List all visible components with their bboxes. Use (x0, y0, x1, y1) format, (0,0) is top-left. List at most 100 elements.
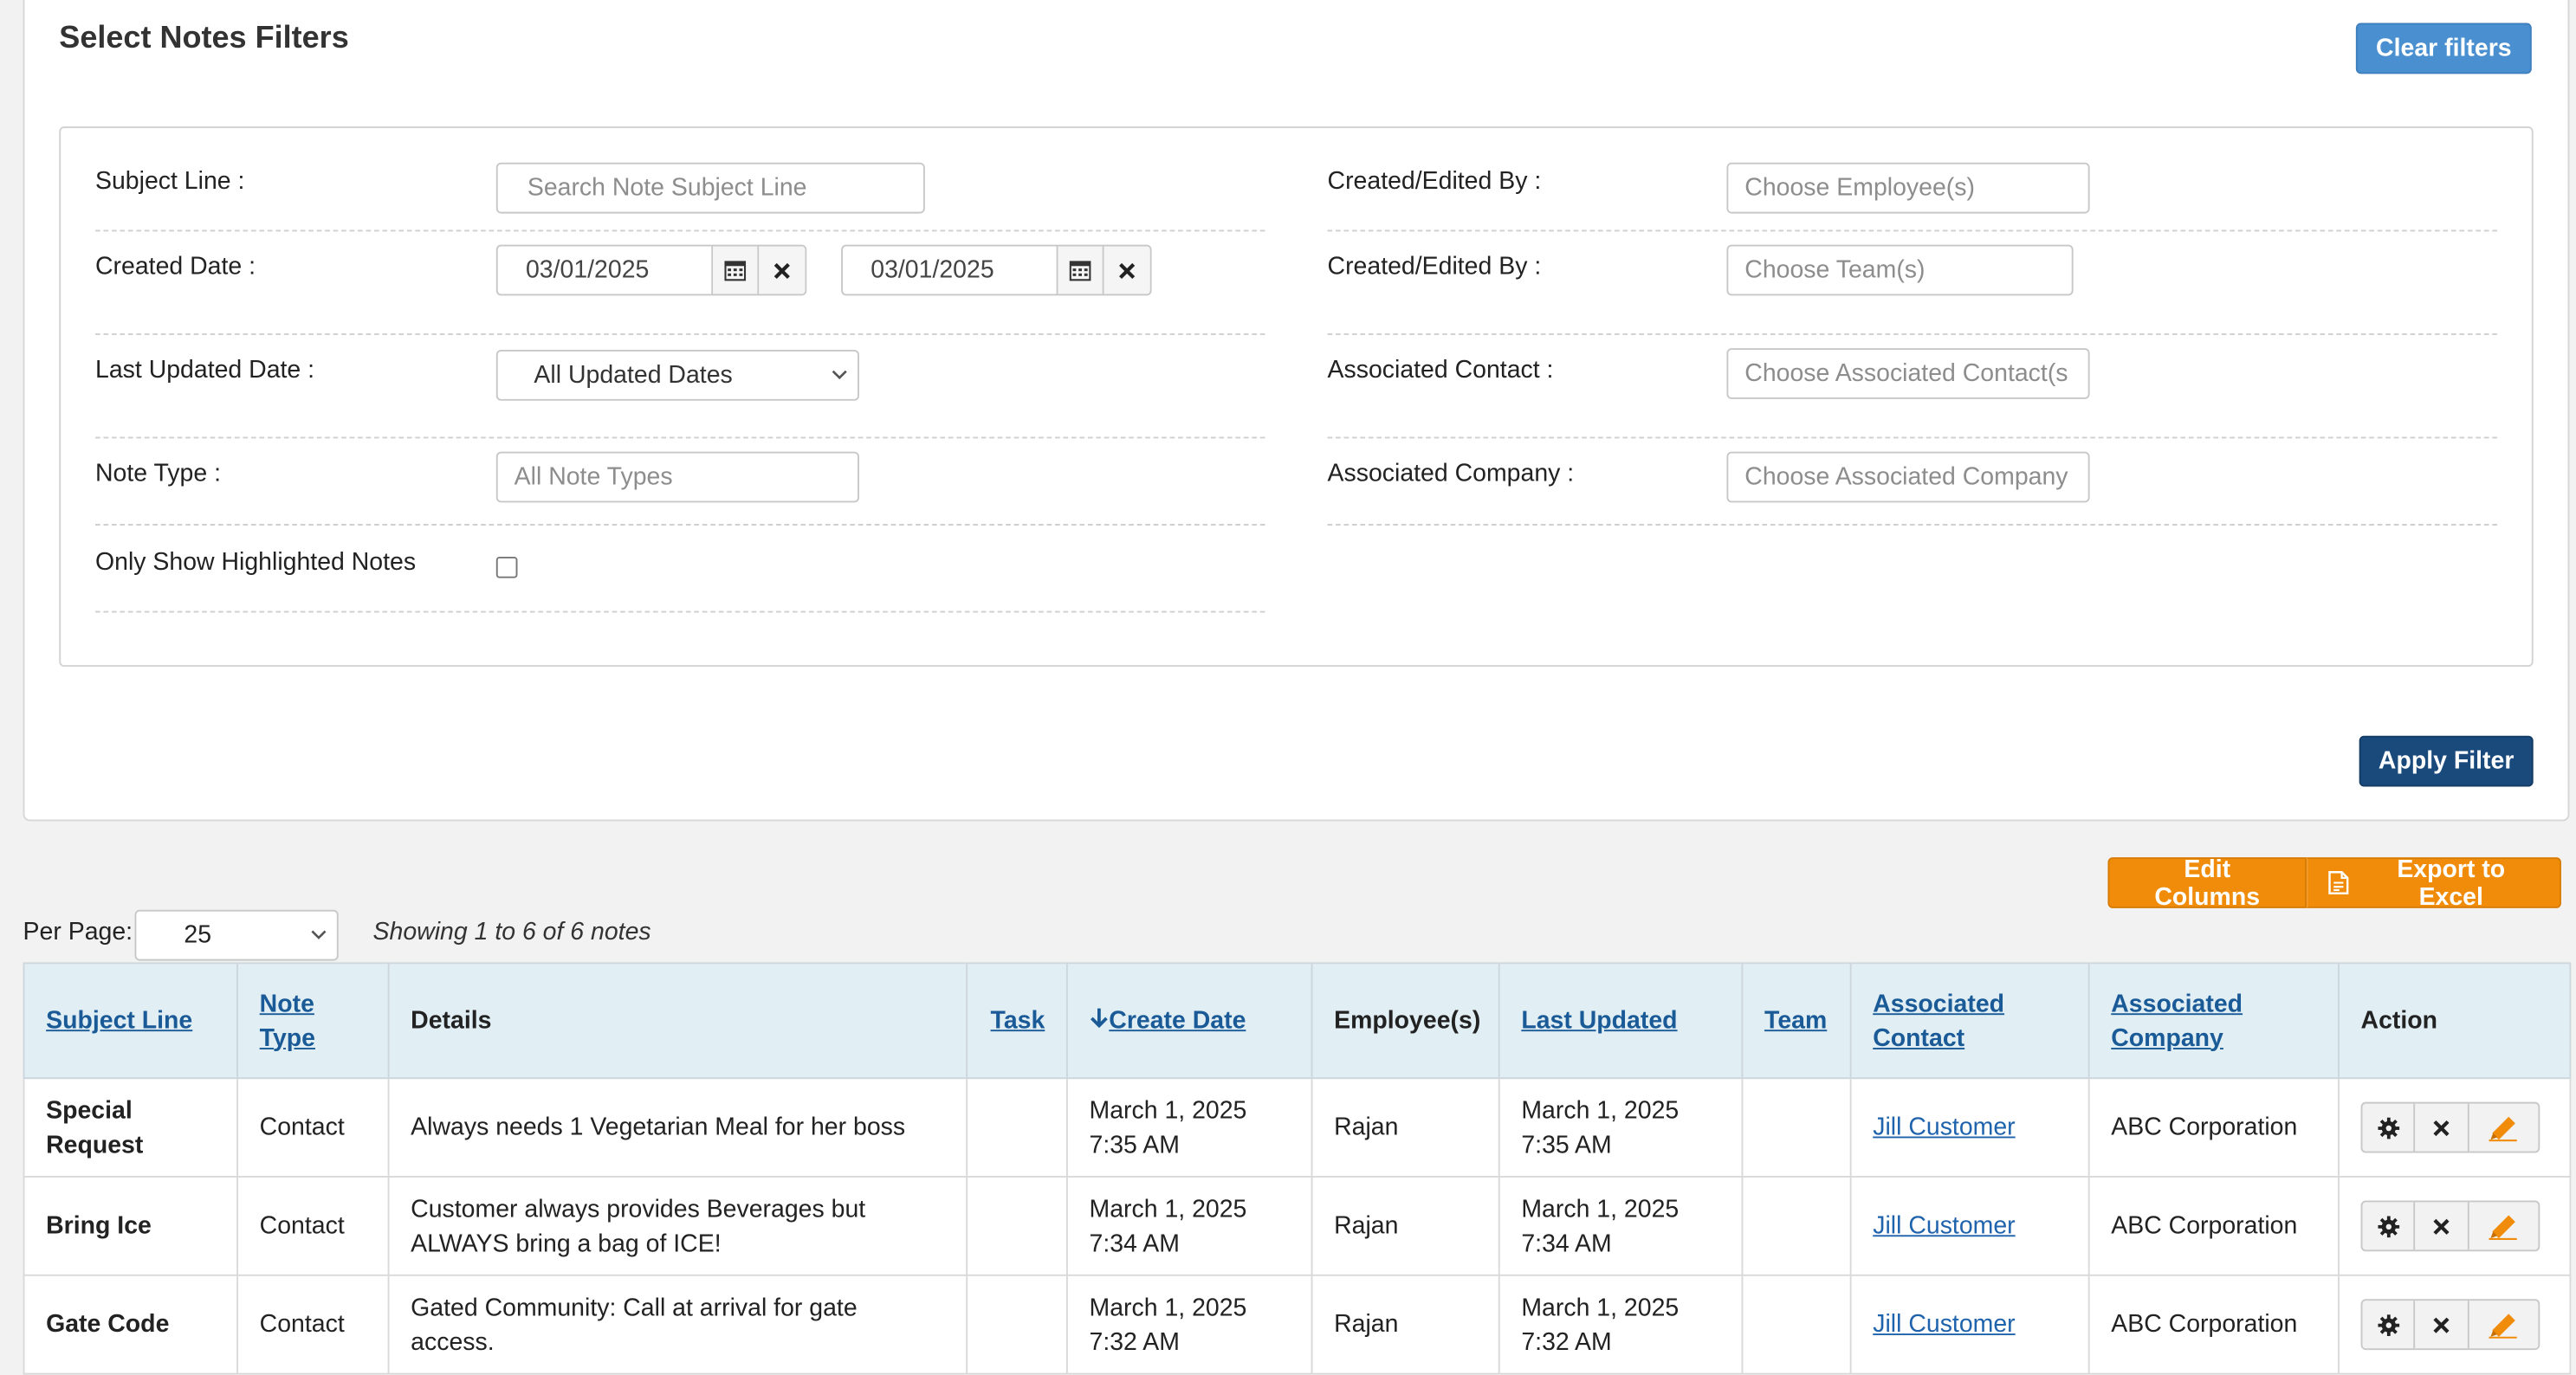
cell-team (1741, 1077, 1852, 1178)
pencil-icon[interactable] (2469, 1301, 2538, 1348)
highlighted-checkbox[interactable] (495, 556, 518, 578)
cell-details: Gated Community: Call at arrival for gat… (387, 1274, 968, 1375)
header-contact-text-2: Contact (1873, 1023, 1965, 1052)
row-actions (2360, 1299, 2540, 1351)
table-row: Bring Ice Contact Customer always provid… (23, 1176, 2572, 1276)
clear-filters-button[interactable]: Clear filters (2355, 23, 2532, 74)
filter-row-subject: Subject Line : Search Note Subject Line (95, 128, 1265, 232)
cell-action (2338, 1274, 2572, 1375)
gear-icon[interactable] (2362, 1202, 2416, 1250)
team-input[interactable]: Choose Team(s) (1726, 244, 2074, 296)
cell-create-date: March 1, 2025 7:34 AM (1065, 1176, 1313, 1276)
sort-create-date[interactable]: Create Date (1090, 1007, 1246, 1035)
highlighted-label: Only Show Highlighted Notes (95, 548, 417, 577)
per-page-select[interactable]: 25 (134, 909, 339, 961)
details-text: ALWAYS bring a bag of ICE! (411, 1229, 722, 1257)
col-last-updated[interactable]: Last Updated (1498, 962, 1744, 1080)
delete-icon[interactable] (2416, 1301, 2469, 1349)
sort-last-updated[interactable]: Last Updated (1521, 1007, 1677, 1035)
contact-link[interactable]: Jill Customer (1873, 1212, 2015, 1240)
created-date-to-value[interactable]: 03/01/2025 (843, 246, 1058, 294)
cell-action (2338, 1077, 2572, 1178)
cell-create-date: March 1, 2025 7:32 AM (1065, 1274, 1313, 1375)
col-subject-line[interactable]: Subject Line (23, 962, 239, 1080)
col-note-type[interactable]: Note Type (236, 962, 390, 1080)
table-row: Gate Code Contact Gated Community: Call … (23, 1274, 2572, 1375)
sort-associated-contact[interactable]: Associated Contact (1873, 990, 2004, 1052)
contact-link[interactable]: Jill Customer (1873, 1114, 2015, 1141)
col-associated-company[interactable]: Associated Company (2087, 962, 2340, 1080)
cell-contact: Jill Customer (1849, 1274, 2090, 1375)
col-associated-contact[interactable]: Associated Contact (1849, 962, 2090, 1080)
time-text: 7:35 AM (1089, 1130, 1180, 1159)
filter-row-last-updated: Last Updated Date : All Updated Dates (95, 335, 1265, 439)
cell-task (966, 1176, 1068, 1276)
sort-team[interactable]: Team (1764, 1007, 1827, 1035)
export-excel-label: Export to Excel (2397, 855, 2506, 911)
sort-associated-company[interactable]: Associated Company (2111, 990, 2243, 1052)
gear-icon[interactable] (2362, 1301, 2416, 1349)
subject-line-label: Subject Line : (95, 167, 245, 196)
delete-icon[interactable] (2416, 1202, 2469, 1250)
filter-row-contact: Associated Contact : Choose Associated C… (1327, 335, 2497, 439)
notes-page: Select Notes Filters Clear filters Subje… (0, 0, 2576, 1375)
created-date-from[interactable]: 03/01/2025 (495, 244, 807, 296)
cell-company: ABC Corporation (2087, 1176, 2340, 1276)
clear-date-icon[interactable] (759, 246, 806, 294)
table-header-row: Subject Line Note Type Details Task Creat… (23, 962, 2572, 1080)
calendar-icon[interactable] (1058, 246, 1104, 294)
cell-contact: Jill Customer (1849, 1176, 2090, 1276)
cell-type: Contact (236, 1176, 390, 1276)
col-action: Action (2338, 962, 2572, 1080)
apply-filter-button[interactable]: Apply Filter (2359, 735, 2534, 787)
created-date-to[interactable]: 03/01/2025 (841, 244, 1152, 296)
cell-type: Contact (236, 1077, 390, 1178)
row-actions (2360, 1200, 2540, 1252)
col-task[interactable]: Task (966, 962, 1068, 1080)
clear-date-icon[interactable] (1104, 246, 1150, 294)
cell-team (1741, 1274, 1852, 1375)
filter-row-highlighted: Only Show Highlighted Notes (95, 526, 1265, 613)
row-actions (2360, 1101, 2540, 1153)
created-date-from-value[interactable]: 03/01/2025 (498, 246, 714, 294)
note-type-label: Note Type : (95, 460, 221, 488)
delete-icon[interactable] (2416, 1103, 2469, 1152)
filters-card: Select Notes Filters Clear filters Subje… (23, 0, 2570, 822)
pencil-icon[interactable] (2469, 1104, 2538, 1152)
cell-contact: Jill Customer (1849, 1077, 2090, 1178)
note-type-input[interactable]: All Note Types (495, 451, 859, 503)
cell-team (1741, 1176, 1852, 1276)
subject-line-input[interactable]: Search Note Subject Line (495, 162, 925, 214)
chevron-down-icon (311, 930, 327, 939)
edit-columns-button[interactable]: Edit Columns (2107, 855, 2307, 911)
col-create-date[interactable]: Create Date (1065, 962, 1313, 1080)
contact-input[interactable]: Choose Associated Contact(s (1726, 348, 2090, 399)
contact-link[interactable]: Jill Customer (1873, 1311, 2015, 1339)
date-text: March 1, 2025 (1521, 1293, 1680, 1321)
pencil-icon[interactable] (2469, 1202, 2538, 1249)
document-icon (2328, 871, 2349, 894)
last-updated-select[interactable]: All Updated Dates (495, 349, 859, 401)
time-text: 7:32 AM (1089, 1327, 1180, 1356)
sort-note-type[interactable]: Note Type (260, 990, 315, 1052)
time-text: 7:32 AM (1521, 1327, 1612, 1356)
cell-employee: Rajan (1311, 1274, 1500, 1375)
notes-table: Subject Line Note Type Details Task Creat… (23, 962, 2572, 1375)
company-input[interactable]: Choose Associated Company (1726, 451, 2090, 503)
chevron-down-icon (832, 370, 847, 380)
sort-subject-line[interactable]: Subject Line (46, 1007, 192, 1035)
sort-task[interactable]: Task (991, 1007, 1045, 1035)
filter-row-created-date: Created Date : 03/01/2025 03/01/2025 (95, 231, 1265, 335)
calendar-icon[interactable] (713, 246, 760, 294)
export-excel-button[interactable]: Export to Excel (2306, 855, 2561, 911)
col-team[interactable]: Team (1741, 962, 1852, 1080)
header-company-text-1: Associated (2111, 989, 2243, 1018)
filter-row-team: Created/Edited By : Choose Team(s) (1327, 231, 2497, 335)
employee-input[interactable]: Choose Employee(s) (1726, 162, 2090, 214)
gear-icon[interactable] (2362, 1103, 2416, 1152)
table-actions: Edit Columns Export to Excel (2107, 855, 2561, 911)
cell-create-date: March 1, 2025 7:35 AM (1065, 1077, 1313, 1178)
time-text: 7:34 AM (1089, 1229, 1180, 1257)
filter-panel: Subject Line : Search Note Subject Line … (59, 126, 2534, 668)
subject-text: Request (46, 1130, 144, 1159)
